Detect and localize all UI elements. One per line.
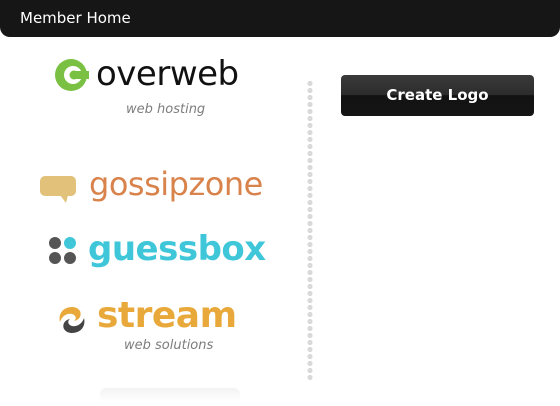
logo-item-overweb[interactable]: overweb web hosting (50, 55, 270, 125)
logo-name: guessbox (88, 229, 266, 269)
logo-tagline: web solutions (124, 338, 214, 353)
speech-bubble-icon (40, 176, 76, 203)
four-dots-icon (49, 237, 76, 264)
stream-swirl-icon (59, 307, 85, 333)
logo-name: gossipzone (89, 165, 263, 203)
dotted-divider (307, 80, 313, 382)
logo-name: overweb (96, 54, 239, 94)
logo-name: stream (97, 295, 237, 336)
logo-item-gossipzone[interactable]: gossipzone (36, 166, 276, 212)
logo-item-stream[interactable]: stream web solutions (54, 298, 264, 358)
create-logo-button[interactable]: Create Logo (341, 75, 534, 116)
faded-logo-preview (100, 388, 240, 402)
page-title: Member Home (20, 9, 131, 27)
header-bar: Member Home (0, 0, 560, 37)
logo-tagline: web hosting (126, 102, 206, 117)
overweb-c-icon (55, 59, 89, 91)
logo-item-guessbox[interactable]: guessbox (46, 232, 266, 276)
